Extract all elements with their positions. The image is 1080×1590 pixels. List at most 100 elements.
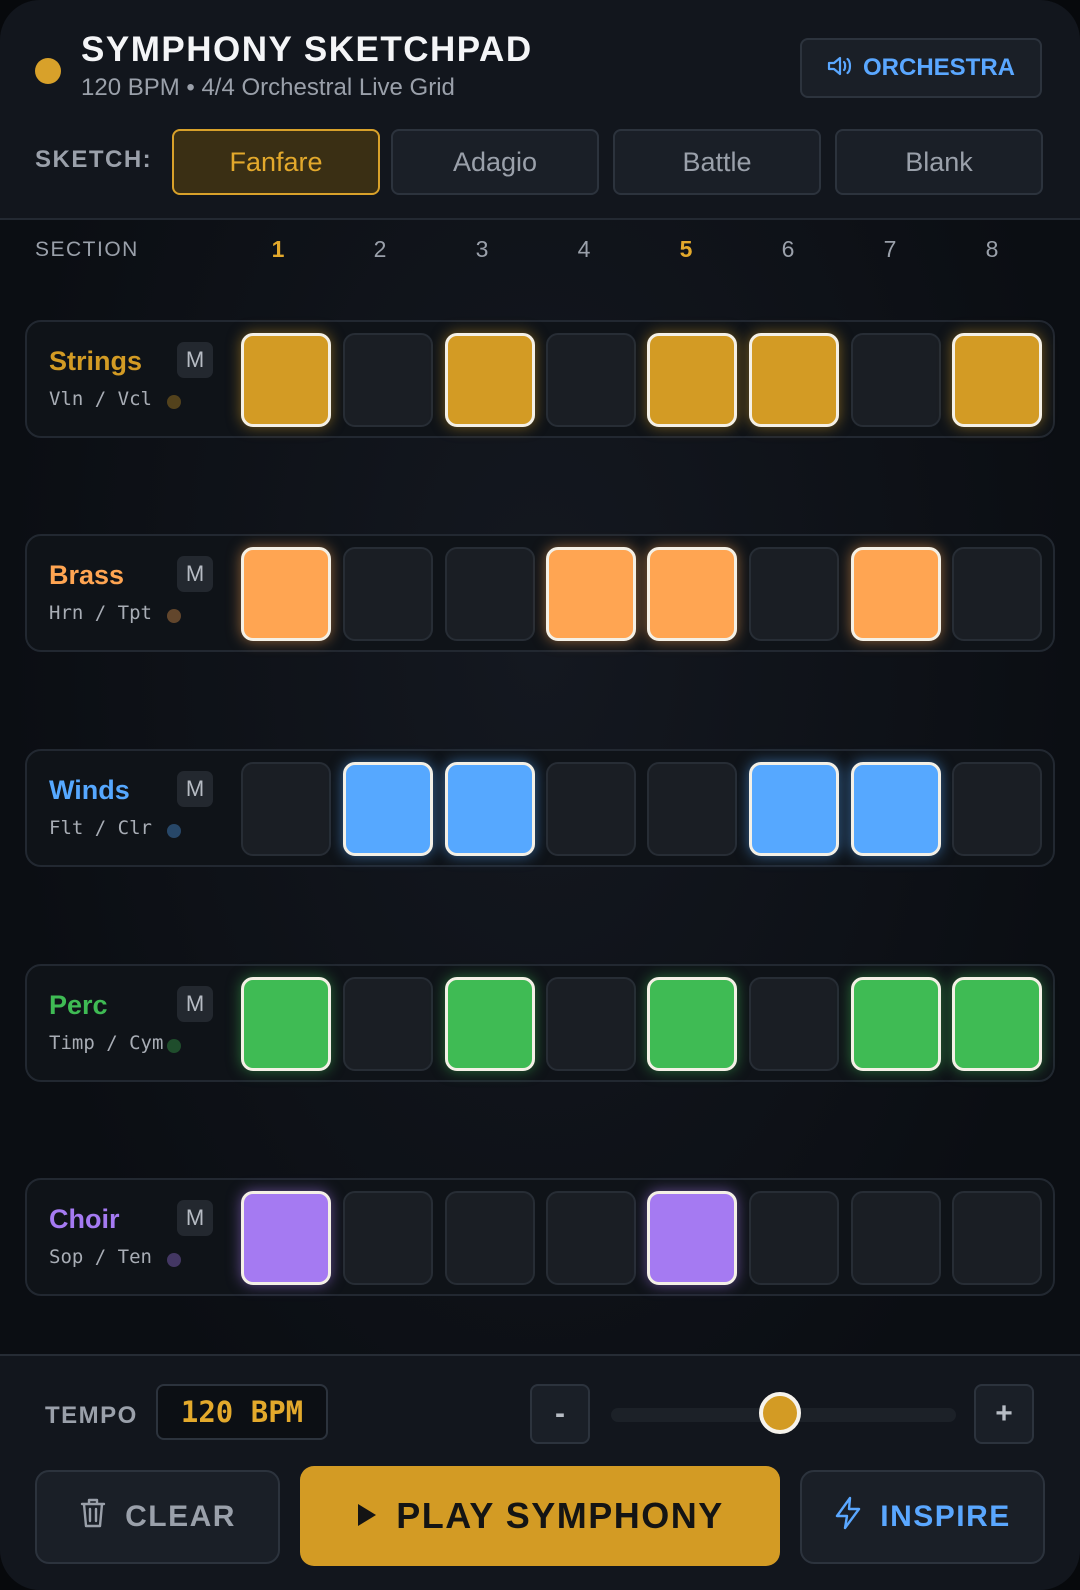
step-pad-3[interactable] xyxy=(445,547,535,641)
step-pad-7[interactable] xyxy=(851,762,941,856)
section-number-4: 4 xyxy=(577,236,591,262)
step-pad-3[interactable] xyxy=(445,977,535,1071)
step-pad-6[interactable] xyxy=(749,333,839,427)
step-pad-3[interactable] xyxy=(445,762,535,856)
section-label: SECTION xyxy=(35,238,139,261)
track-activity-led xyxy=(167,609,181,623)
step-pad-4[interactable] xyxy=(546,333,636,427)
step-pad-1[interactable] xyxy=(241,333,331,427)
step-pad-2[interactable] xyxy=(343,762,433,856)
sketch-label: SKETCH: xyxy=(35,146,153,173)
section-number-5: 5 xyxy=(679,236,693,262)
step-pad-5[interactable] xyxy=(647,977,737,1071)
track-instruments: Timp / Cym xyxy=(49,1032,164,1054)
step-pad-8[interactable] xyxy=(952,977,1042,1071)
section-number-1: 1 xyxy=(271,236,285,262)
step-pad-1[interactable] xyxy=(241,762,331,856)
step-pad-1[interactable] xyxy=(241,1191,331,1285)
sketch-tab-adagio[interactable]: Adagio xyxy=(391,129,599,195)
sketch-tab-fanfare[interactable]: Fanfare xyxy=(172,129,380,195)
track-activity-led xyxy=(167,1253,181,1267)
mute-button[interactable]: M xyxy=(177,771,213,807)
section-number-2: 2 xyxy=(373,236,387,262)
step-pad-8[interactable] xyxy=(952,1191,1042,1285)
inspire-button-label: INSPIRE xyxy=(880,1500,1011,1533)
step-pad-7[interactable] xyxy=(851,547,941,641)
track-instruments: Flt / Clr xyxy=(49,817,152,839)
orchestra-button-label: ORCHESTRA xyxy=(862,54,1015,81)
track-brass: Brass Hrn / Tpt M xyxy=(25,534,1055,652)
header: SYMPHONY SKETCHPAD 120 BPM • 4/4 Orchest… xyxy=(0,0,1080,220)
track-strings: Strings Vln / Vcl M xyxy=(25,320,1055,438)
trash-icon xyxy=(79,1497,107,1537)
step-pad-6[interactable] xyxy=(749,762,839,856)
track-activity-led xyxy=(167,395,181,409)
mute-button[interactable]: M xyxy=(177,342,213,378)
track-instruments: Vln / Vcl xyxy=(49,388,152,410)
step-pad-8[interactable] xyxy=(952,762,1042,856)
step-pad-2[interactable] xyxy=(343,547,433,641)
track-name: Strings xyxy=(49,346,143,376)
step-pad-2[interactable] xyxy=(343,333,433,427)
track-name: Brass xyxy=(49,560,125,590)
footer: TEMPO 120 BPM - + CLEAR PLAY SYMPHONY IN… xyxy=(0,1354,1080,1590)
mute-button[interactable]: M xyxy=(177,556,213,592)
step-pad-4[interactable] xyxy=(546,1191,636,1285)
section-number-8: 8 xyxy=(985,236,999,262)
inspire-button[interactable]: INSPIRE xyxy=(800,1470,1045,1564)
status-indicator xyxy=(35,58,61,84)
mute-button[interactable]: M xyxy=(177,986,213,1022)
tempo-slider-knob[interactable] xyxy=(758,1392,801,1434)
track-activity-led xyxy=(167,824,181,838)
play-icon xyxy=(356,1495,378,1537)
track-winds: Winds Flt / Clr M xyxy=(25,749,1055,867)
step-pad-4[interactable] xyxy=(546,762,636,856)
track-name: Choir xyxy=(49,1204,120,1234)
app-subtitle: 120 BPM • 4/4 Orchestral Live Grid xyxy=(81,74,455,101)
sketch-tab-blank[interactable]: Blank xyxy=(835,129,1043,195)
step-pad-3[interactable] xyxy=(445,333,535,427)
step-pad-3[interactable] xyxy=(445,1191,535,1285)
step-pad-1[interactable] xyxy=(241,547,331,641)
section-number-6: 6 xyxy=(781,236,795,262)
track-activity-led xyxy=(167,1039,181,1053)
step-pad-5[interactable] xyxy=(647,547,737,641)
play-symphony-button[interactable]: PLAY SYMPHONY xyxy=(300,1466,780,1566)
mute-button[interactable]: M xyxy=(177,1200,213,1236)
play-button-label: PLAY SYMPHONY xyxy=(396,1495,724,1536)
tempo-label: TEMPO xyxy=(45,1402,138,1429)
step-pad-8[interactable] xyxy=(952,547,1042,641)
section-number-7: 7 xyxy=(883,236,897,262)
track-choir: Choir Sop / Ten M xyxy=(25,1178,1055,1296)
step-pad-5[interactable] xyxy=(647,333,737,427)
tempo-value: 120 BPM xyxy=(156,1384,328,1440)
step-pad-4[interactable] xyxy=(546,547,636,641)
step-pad-6[interactable] xyxy=(749,977,839,1071)
step-pad-7[interactable] xyxy=(851,333,941,427)
sketch-tab-battle[interactable]: Battle xyxy=(613,129,821,195)
step-pad-6[interactable] xyxy=(749,1191,839,1285)
tempo-increase-button[interactable]: + xyxy=(974,1384,1034,1444)
speaker-icon xyxy=(827,55,853,82)
step-pad-2[interactable] xyxy=(343,977,433,1071)
step-pad-6[interactable] xyxy=(749,547,839,641)
step-pad-2[interactable] xyxy=(343,1191,433,1285)
clear-button-label: CLEAR xyxy=(125,1500,236,1533)
step-pad-4[interactable] xyxy=(546,977,636,1071)
clear-button[interactable]: CLEAR xyxy=(35,1470,280,1564)
section-number-3: 3 xyxy=(475,236,489,262)
track-name: Winds xyxy=(49,775,130,805)
lightning-icon xyxy=(834,1496,862,1538)
track-perc: Perc Timp / Cym M xyxy=(25,964,1055,1082)
step-pad-5[interactable] xyxy=(647,762,737,856)
step-pad-7[interactable] xyxy=(851,1191,941,1285)
track-name: Perc xyxy=(49,990,108,1020)
step-pad-1[interactable] xyxy=(241,977,331,1071)
track-instruments: Hrn / Tpt xyxy=(49,602,152,624)
tempo-decrease-button[interactable]: - xyxy=(530,1384,590,1444)
step-pad-8[interactable] xyxy=(952,333,1042,427)
step-pad-7[interactable] xyxy=(851,977,941,1071)
track-instruments: Sop / Ten xyxy=(49,1246,152,1268)
orchestra-button[interactable]: ORCHESTRA xyxy=(800,38,1042,98)
step-pad-5[interactable] xyxy=(647,1191,737,1285)
